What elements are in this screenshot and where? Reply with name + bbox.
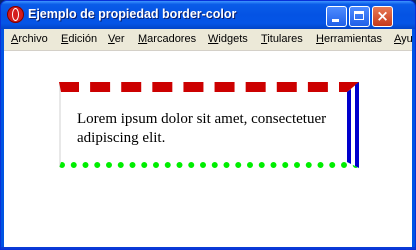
maximize-icon: [354, 11, 364, 20]
opera-logo-icon: [7, 6, 24, 23]
client-area: Archivo Edición Ver Marcadores Widgets T…: [4, 29, 412, 247]
menu-widgets[interactable]: Widgets: [208, 33, 248, 45]
menu-titulares[interactable]: Titulares: [261, 33, 303, 45]
menu-herramientas[interactable]: Herramientas: [316, 33, 382, 45]
close-button[interactable]: ×: [372, 6, 393, 27]
maximize-button[interactable]: [349, 6, 370, 27]
browser-window: Ejemplo de propiedad border-color × Arch…: [0, 0, 416, 250]
menu-edicion[interactable]: Edición: [61, 33, 97, 45]
minimize-button[interactable]: [326, 6, 347, 27]
window-title: Ejemplo de propiedad border-color: [28, 7, 237, 21]
menu-archivo[interactable]: Archivo: [11, 33, 48, 45]
menu-ver[interactable]: Ver: [108, 33, 125, 45]
title-bar[interactable]: Ejemplo de propiedad border-color ×: [1, 1, 415, 29]
menu-bar: Archivo Edición Ver Marcadores Widgets T…: [4, 29, 412, 51]
minimize-icon: [332, 19, 339, 22]
border-color-demo-box: Lorem ipsum dolor sit amet, consectetuer…: [59, 82, 359, 168]
close-icon: ×: [376, 7, 389, 25]
menu-marcadores[interactable]: Marcadores: [138, 33, 196, 45]
menu-ayuda[interactable]: Ayu: [394, 33, 412, 45]
lorem-paragraph: Lorem ipsum dolor sit amet, consectetuer…: [77, 111, 327, 146]
